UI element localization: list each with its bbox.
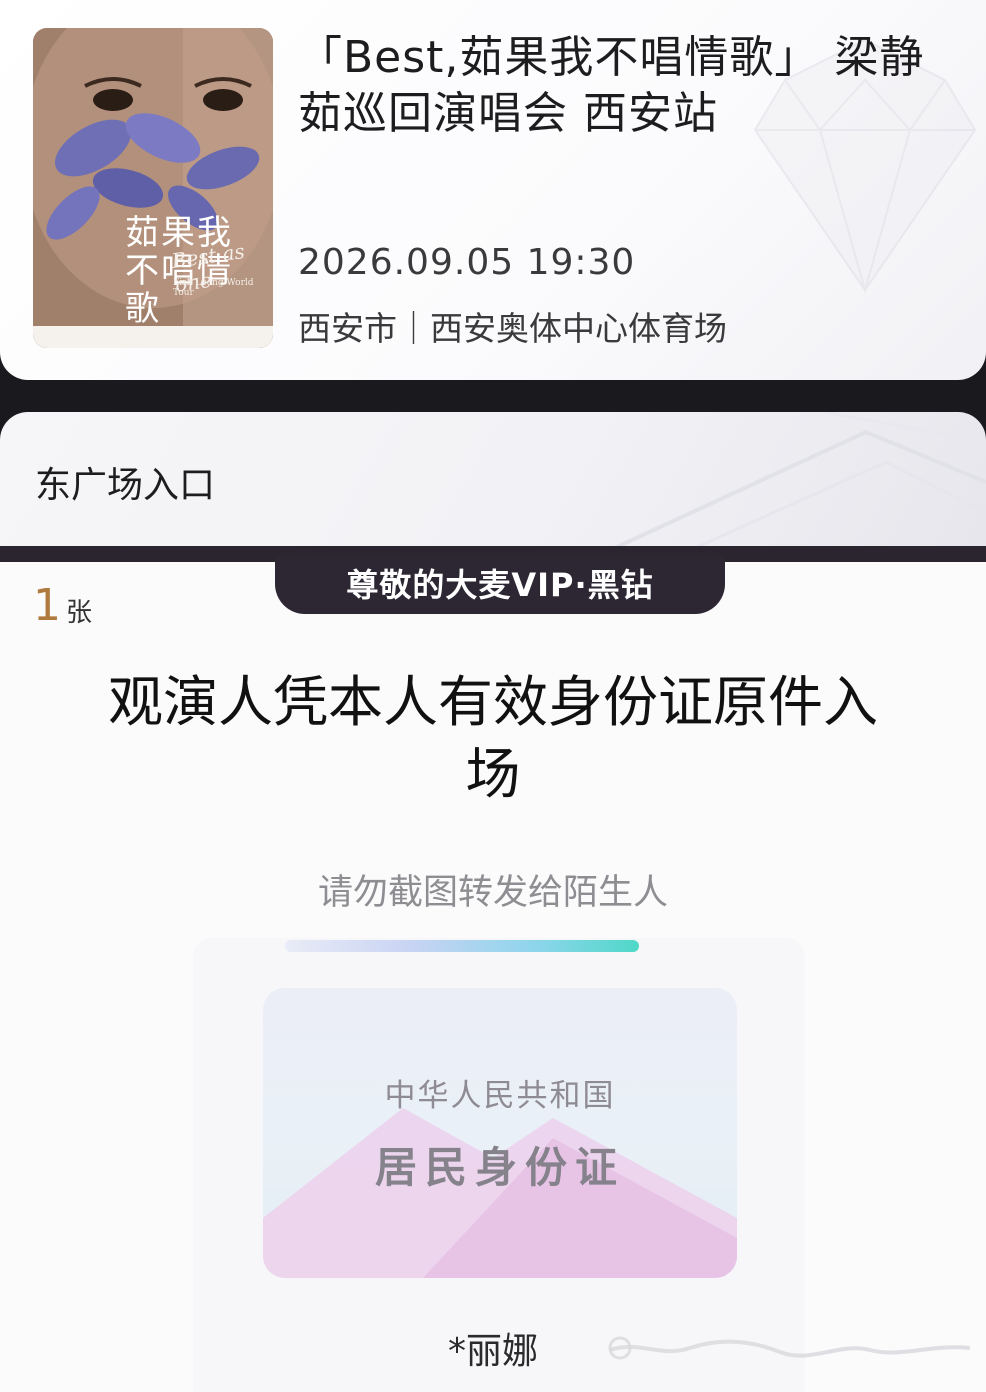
event-card[interactable]: 茹果我不唱情歌 Best as one Fish Leong World Tou… xyxy=(0,0,986,380)
entrance-card: 东广场入口 xyxy=(0,412,986,552)
event-venue: 西安市｜西安奥体中心体育场 xyxy=(298,309,727,348)
entry-instruction: 观演人凭本人有效身份证原件入场 xyxy=(107,670,878,806)
watermark-scribble-icon xyxy=(608,1336,971,1360)
poster-tour-text: Fish Leong World Tour xyxy=(173,278,254,298)
decorative-lines xyxy=(605,412,986,552)
id-card[interactable]: 中华人民共和国 居民身份证 xyxy=(263,988,737,1278)
id-card-type: 居民身份证 xyxy=(374,1143,625,1192)
event-title: 「Best,茹果我不唱情歌」 梁静茹巡回演唱会 西安站 xyxy=(298,32,925,139)
event-datetime: 2026.09.05 19:30 xyxy=(298,242,636,283)
poster-footer xyxy=(33,326,273,348)
ticket-quantity: 1 xyxy=(33,580,61,631)
screenshot-warning: 请勿截图转发给陌生人 xyxy=(317,873,668,913)
ticket-quantity-unit: 张 xyxy=(66,598,93,628)
event-poster[interactable]: 茹果我不唱情歌 Best as one Fish Leong World Tou… xyxy=(33,28,273,348)
vip-badge: 尊敬的大麦VIP·黑钻 xyxy=(275,556,725,614)
id-card-country: 中华人民共和国 xyxy=(384,1078,616,1114)
entrance-label: 东广场入口 xyxy=(35,465,216,506)
id-progress-bar xyxy=(285,940,639,952)
